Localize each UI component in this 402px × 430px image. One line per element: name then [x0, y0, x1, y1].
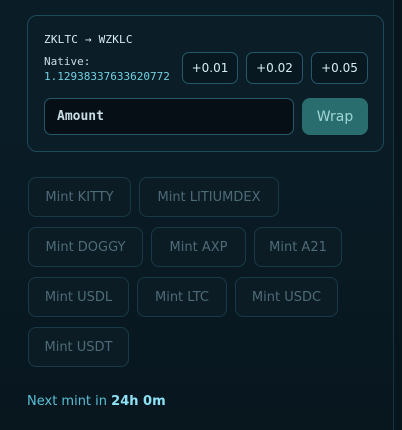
mint-kitty-button[interactable]: Mint KITTY: [28, 177, 131, 217]
next-mint-prefix: Next mint in: [27, 394, 108, 409]
token-pair-label: ZKLTC → WZKLC: [44, 33, 133, 46]
mint-axp-button[interactable]: Mint AXP: [151, 227, 246, 267]
wrap-card: ZKLTC → WZKLC Native: 1.1293833763362077…: [27, 15, 384, 152]
increment-0-02-button[interactable]: +0.02: [246, 52, 303, 84]
native-balance-value: 1.12938337633620772: [44, 70, 170, 83]
mint-doggy-button[interactable]: Mint DOGGY: [28, 227, 143, 267]
mint-litiumdex-button[interactable]: Mint LITIUMDEX: [139, 177, 279, 217]
next-mint-countdown: Next mint in 24h 0m: [27, 394, 166, 409]
mint-usdl-button[interactable]: Mint USDL: [28, 277, 129, 317]
increment-0-05-button[interactable]: +0.05: [311, 52, 368, 84]
wrap-button[interactable]: Wrap: [302, 98, 368, 135]
mint-usdc-button[interactable]: Mint USDC: [235, 277, 338, 317]
token-panel: ZKLTC → WZKLC Native: 1.1293833763362077…: [0, 0, 394, 430]
amount-input[interactable]: [44, 98, 294, 135]
native-balance-label: Native:: [44, 55, 91, 68]
mint-a21-button[interactable]: Mint A21: [254, 227, 342, 267]
mint-ltc-button[interactable]: Mint LTC: [137, 277, 227, 317]
increment-0-01-button[interactable]: +0.01: [182, 52, 238, 84]
mint-usdt-button[interactable]: Mint USDT: [28, 327, 129, 367]
next-mint-time: 24h 0m: [111, 394, 166, 409]
